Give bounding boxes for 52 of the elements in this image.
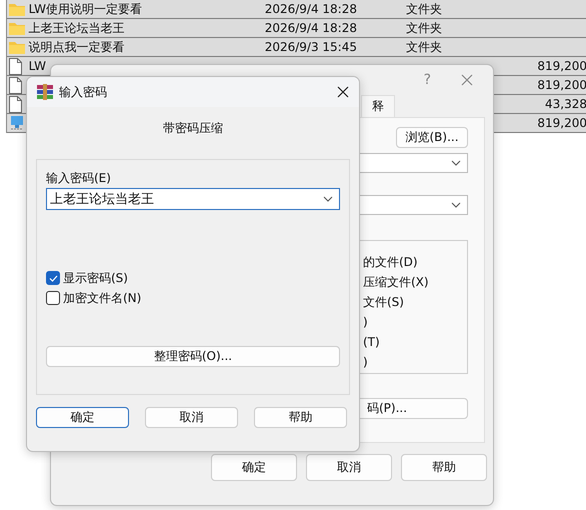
file-row[interactable]: 说明点我一定要看 2026/9/3 15:45 文件夹 [7, 38, 586, 57]
file-name: LW [28, 59, 46, 73]
file-size: 819,200 [537, 116, 586, 130]
tab[interactable]: 释 [361, 95, 395, 117]
folder-icon [9, 40, 25, 54]
organize-passwords-button[interactable]: 整理密码(O)... [46, 346, 340, 367]
file-icon [9, 58, 22, 74]
folder-icon [9, 22, 25, 34]
close-icon[interactable] [337, 86, 349, 98]
chevron-down-icon [323, 196, 333, 202]
dialog-heading: 带密码压缩 [162, 120, 224, 137]
file-date: 2026/9/4 18:28 [264, 2, 357, 16]
option-label: (T) [363, 334, 381, 351]
checkmark-icon [48, 274, 58, 282]
file-type: 文件夹 [406, 2, 442, 16]
file-size: 819,200 [537, 59, 586, 73]
file-icon [9, 76, 22, 94]
checkbox[interactable] [46, 271, 60, 285]
file-icon [9, 96, 22, 112]
option-label: 的文件(D) [363, 254, 419, 271]
dialog-button[interactable]: 确定 [211, 454, 297, 481]
option-label: ) [363, 314, 369, 331]
file-date: 2026/9/4 18:28 [264, 21, 357, 35]
archive-app-icon [37, 84, 53, 100]
file-date: 2026/9/3 15:45 [264, 40, 357, 54]
dialog-button[interactable]: 帮助 [401, 454, 487, 481]
file-size: 819,200 [537, 78, 586, 92]
file-size: 43,328 [545, 97, 586, 111]
option-label: ) [363, 354, 369, 371]
dialog-button[interactable]: 取消 [145, 407, 238, 428]
file-name: 说明点我一定要看 [28, 40, 125, 54]
dialog-button[interactable]: 确定 [36, 407, 129, 428]
password-field[interactable]: 上老王论坛当老王 [46, 188, 340, 210]
chevron-down-icon [451, 160, 461, 166]
file-name: LW使用说明一定要看 [28, 2, 142, 16]
file-type: 文件夹 [406, 20, 442, 34]
file-row[interactable]: 上老王论坛当老王 2026/9/4 18:28 文件夹 [7, 19, 586, 38]
file-name: 上老王论坛当老王 [28, 20, 125, 34]
chevron-down-icon [451, 202, 461, 208]
dialog-button[interactable]: 取消 [306, 454, 392, 481]
browse-button[interactable]: 浏览(B)... [396, 127, 468, 148]
checkbox-option[interactable]: 显示密码(S) [46, 269, 340, 287]
dialog-button[interactable]: 帮助 [254, 407, 347, 428]
field-label: 输入密码(E) [46, 170, 112, 187]
option-label: 压缩文件(X) [363, 274, 430, 291]
folder-icon [9, 2, 25, 16]
checkbox[interactable] [46, 291, 60, 305]
dialog-title: 输入密码 [59, 84, 108, 100]
file-row[interactable]: LW使用说明一定要看 2026/9/4 18:28 文件夹 [7, 0, 586, 19]
option-label: 文件(S) [363, 294, 405, 311]
checkbox-option[interactable]: 加密文件名(N) [46, 289, 340, 307]
file-type: 文件夹 [406, 40, 442, 54]
